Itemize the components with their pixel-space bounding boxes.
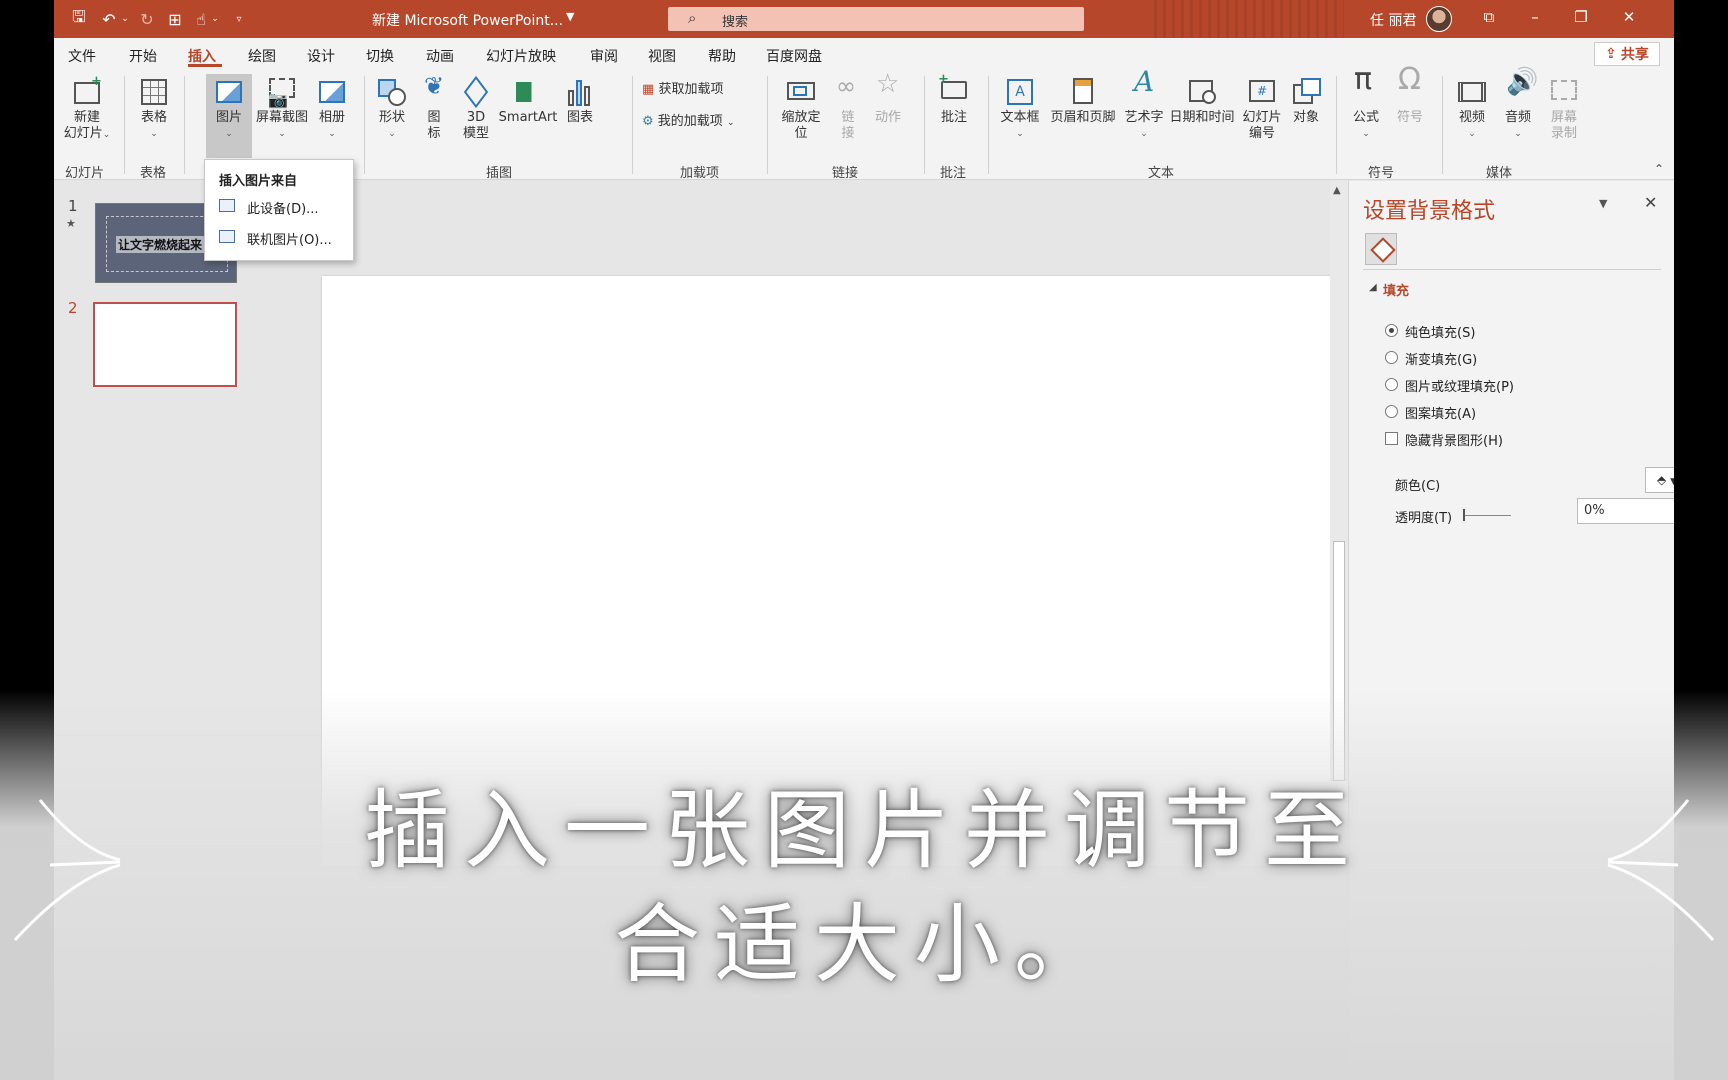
menu-item-label: 联机图片(O)...: [247, 233, 332, 248]
device-picture-icon: [219, 199, 235, 212]
menu-item-label: 此设备(D)...: [247, 202, 319, 217]
online-picture-icon: [219, 230, 235, 243]
menu-item-this-device[interactable]: 此设备(D)...: [205, 192, 353, 220]
menu-item-online-pictures[interactable]: 联机图片(O)...: [205, 223, 353, 251]
menu-header: 插入图片来自: [219, 174, 298, 189]
caption-line-1-text: 插入一张图片并调节至: [364, 781, 1364, 881]
caption-line-2-text: 合适大小。: [614, 895, 1114, 995]
insert-picture-menu: 插入图片来自 此设备(D)... 联机图片(O)...: [204, 159, 354, 261]
